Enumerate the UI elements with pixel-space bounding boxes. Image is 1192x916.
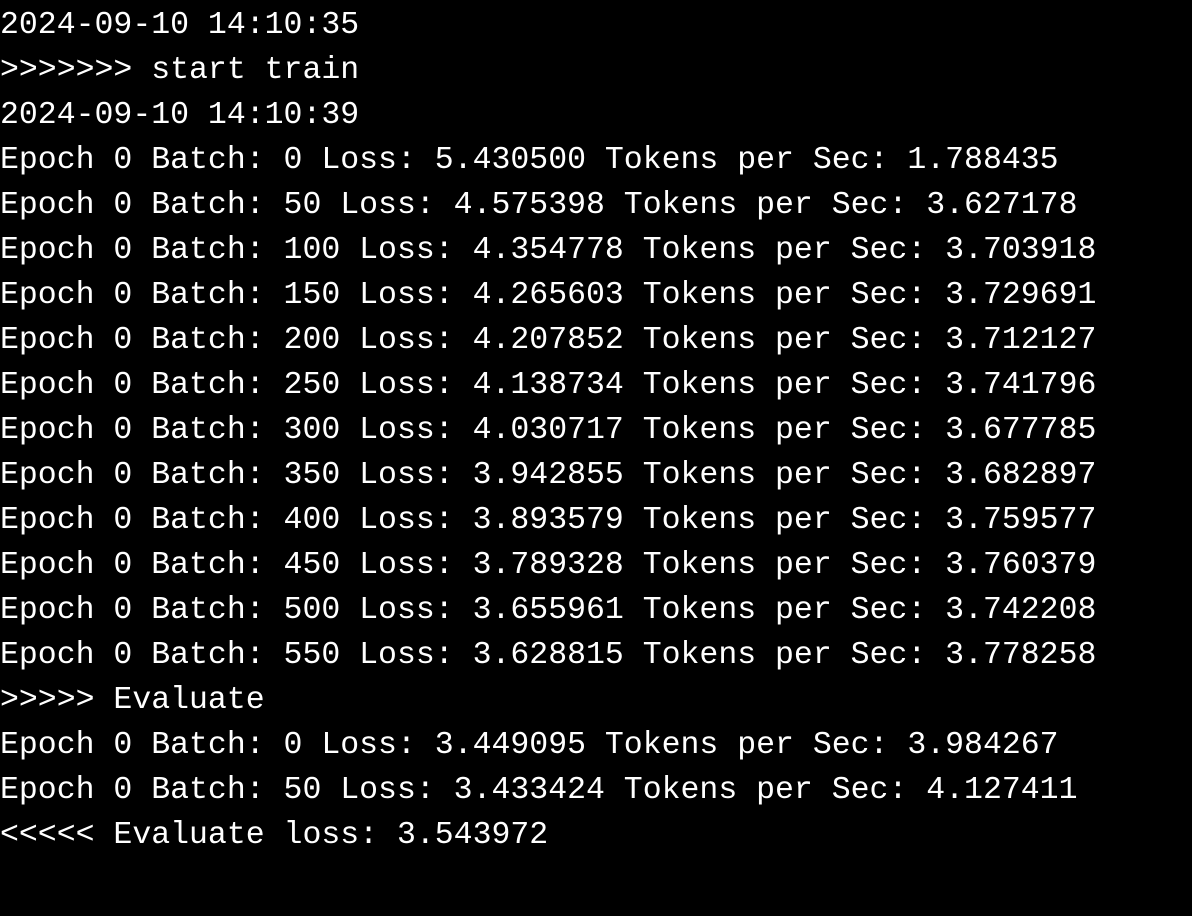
- train-log-line: Epoch 0 Batch: 0 Loss: 5.430500 Tokens p…: [0, 143, 1059, 178]
- train-log-line: Epoch 0 Batch: 550 Loss: 3.628815 Tokens…: [0, 638, 1097, 673]
- train-log-line: Epoch 0 Batch: 300 Loss: 4.030717 Tokens…: [0, 413, 1097, 448]
- terminal-window[interactable]: 2024-09-10 14:10:35 >>>>>>> start train …: [0, 0, 1192, 916]
- eval-log-line: Epoch 0 Batch: 0 Loss: 3.449095 Tokens p…: [0, 728, 1059, 763]
- train-log-line: Epoch 0 Batch: 450 Loss: 3.789328 Tokens…: [0, 548, 1097, 583]
- evaluate-start-line: >>>>> Evaluate: [0, 683, 265, 718]
- train-log-line: Epoch 0 Batch: 200 Loss: 4.207852 Tokens…: [0, 323, 1097, 358]
- timestamp-line: 2024-09-10 14:10:39: [0, 98, 360, 133]
- train-log-line: Epoch 0 Batch: 350 Loss: 3.942855 Tokens…: [0, 458, 1097, 493]
- start-train-line: >>>>>>> start train: [0, 53, 360, 88]
- train-log-line: Epoch 0 Batch: 500 Loss: 3.655961 Tokens…: [0, 593, 1097, 628]
- train-log-line: Epoch 0 Batch: 100 Loss: 4.354778 Tokens…: [0, 233, 1097, 268]
- timestamp-line: 2024-09-10 14:10:35: [0, 8, 360, 43]
- train-log-line: Epoch 0 Batch: 50 Loss: 4.575398 Tokens …: [0, 188, 1078, 223]
- evaluate-loss-line: <<<<< Evaluate loss: 3.543972: [0, 818, 549, 853]
- terminal-output: 2024-09-10 14:10:35 >>>>>>> start train …: [0, 3, 1096, 858]
- eval-log-line: Epoch 0 Batch: 50 Loss: 3.433424 Tokens …: [0, 773, 1078, 808]
- train-log-line: Epoch 0 Batch: 150 Loss: 4.265603 Tokens…: [0, 278, 1097, 313]
- train-log-line: Epoch 0 Batch: 250 Loss: 4.138734 Tokens…: [0, 368, 1097, 403]
- train-log-line: Epoch 0 Batch: 400 Loss: 3.893579 Tokens…: [0, 503, 1097, 538]
